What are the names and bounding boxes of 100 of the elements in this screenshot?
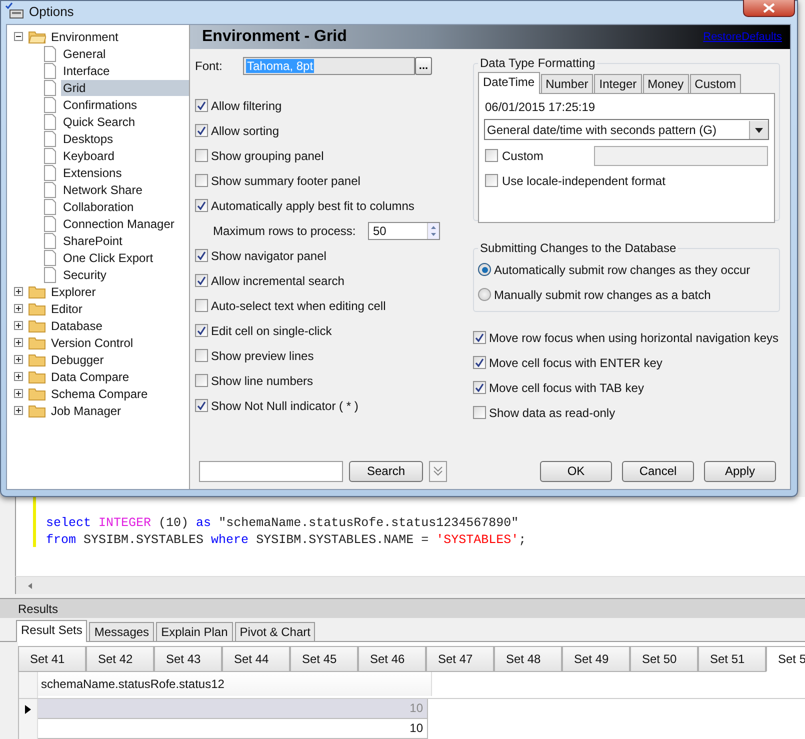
checkbox[interactable] — [195, 374, 208, 387]
checkbox-label: Allow sorting — [211, 124, 280, 138]
tab[interactable]: Set 44 — [222, 646, 290, 672]
checkbox[interactable] — [195, 349, 208, 362]
checkbox[interactable] — [473, 406, 486, 419]
tree-item[interactable]: Explorer — [49, 284, 98, 300]
tab[interactable]: Number — [540, 74, 594, 93]
tab[interactable]: Integer — [594, 74, 642, 93]
options-icon — [5, 2, 25, 20]
checkbox[interactable] — [195, 249, 208, 262]
dialog-button[interactable]: OK — [540, 460, 612, 482]
tab[interactable]: Set 48 — [494, 646, 562, 672]
tab[interactable]: Set 43 — [154, 646, 222, 672]
tab[interactable]: Explain Plan — [156, 622, 233, 641]
tab[interactable]: Set 50 — [630, 646, 698, 672]
tab[interactable]: Set 49 — [562, 646, 630, 672]
tab[interactable]: Set 47 — [426, 646, 494, 672]
page-icon — [44, 250, 56, 266]
tree-item[interactable]: Desktops — [61, 130, 189, 146]
spin-down-icon[interactable] — [428, 230, 439, 238]
more-button[interactable] — [429, 460, 447, 482]
expand-icon[interactable] — [14, 304, 23, 313]
tab[interactable]: Messages — [89, 622, 154, 641]
expand-icon[interactable] — [14, 389, 23, 398]
page-icon — [44, 164, 56, 180]
tab[interactable]: Set 46 — [358, 646, 426, 672]
tab[interactable]: Set 45 — [290, 646, 358, 672]
column-header[interactable]: schemaName.statusRofe.status12 — [38, 672, 432, 696]
radio-button[interactable] — [478, 288, 491, 301]
tree-item[interactable]: General — [61, 46, 189, 62]
expand-icon[interactable] — [14, 338, 23, 347]
tree-item[interactable]: SharePoint — [61, 232, 189, 248]
scroll-left-icon[interactable] — [26, 582, 34, 590]
tree-item[interactable]: Network Share — [61, 182, 189, 198]
checkbox[interactable] — [485, 149, 498, 162]
radio-button[interactable] — [478, 263, 491, 276]
tree-item[interactable]: Confirmations — [61, 96, 189, 112]
tree-item[interactable]: Schema Compare — [49, 386, 150, 402]
close-button[interactable] — [743, 0, 795, 17]
checkbox[interactable] — [195, 324, 208, 337]
tree-item[interactable]: Quick Search — [61, 114, 189, 130]
folder-icon — [28, 284, 46, 298]
page-icon — [44, 182, 56, 198]
tree-item[interactable]: Collaboration — [61, 198, 189, 214]
search-button[interactable]: Search — [349, 460, 423, 482]
tree-item[interactable]: Editor — [49, 300, 84, 316]
tree-item[interactable]: Security — [61, 266, 189, 282]
tree-item[interactable]: Environment — [49, 28, 120, 44]
expand-icon[interactable] — [14, 355, 23, 364]
tree-item[interactable]: Connection Manager — [61, 216, 189, 232]
tab[interactable]: Custom — [690, 74, 741, 93]
tree-item[interactable]: Job Manager — [49, 402, 124, 418]
collapse-icon[interactable] — [14, 32, 23, 41]
tab[interactable]: Set 42 — [86, 646, 154, 672]
expand-icon[interactable] — [14, 372, 23, 381]
tree-item[interactable]: Data Compare — [49, 368, 132, 384]
checkbox[interactable] — [473, 356, 486, 369]
tree-item[interactable]: One Click Export — [61, 250, 189, 266]
tree-item[interactable]: Keyboard — [61, 148, 189, 164]
pattern-dropdown[interactable]: General date/time with seconds pattern (G) — [484, 119, 769, 140]
checkbox[interactable] — [195, 124, 208, 137]
page-icon — [44, 96, 56, 112]
checkbox[interactable] — [195, 149, 208, 162]
checkbox[interactable] — [473, 331, 486, 344]
row-indicator-cell[interactable] — [19, 699, 38, 719]
tab[interactable]: Set 41 — [18, 646, 86, 672]
custom-format-field[interactable] — [594, 146, 768, 166]
checkbox[interactable] — [485, 174, 498, 187]
checkbox[interactable] — [195, 399, 208, 412]
checkbox[interactable] — [195, 274, 208, 287]
page-title: Environment - Grid — [202, 28, 347, 46]
tab[interactable]: Result Sets — [16, 620, 88, 642]
checkbox[interactable] — [195, 199, 208, 212]
tab[interactable]: DateTime — [478, 72, 540, 94]
checkbox-label: Move cell focus with ENTER key — [489, 356, 662, 370]
checkbox[interactable] — [195, 99, 208, 112]
tab[interactable]: Money — [642, 74, 689, 93]
max-rows-field[interactable]: 50 — [368, 222, 440, 240]
row-indicator-cell[interactable] — [19, 719, 38, 739]
tree-item[interactable]: Database — [49, 318, 104, 334]
tab[interactable]: Set 51 — [698, 646, 766, 672]
expand-icon[interactable] — [14, 406, 23, 415]
tree-item[interactable]: Extensions — [61, 164, 189, 180]
browse-button[interactable]: ... — [415, 57, 432, 75]
search-field[interactable] — [199, 460, 343, 482]
checkbox-label: Allow incremental search — [211, 274, 344, 288]
checkbox-label: Show data as read-only — [489, 406, 616, 420]
dialog-button[interactable]: Apply — [704, 460, 776, 482]
tab[interactable]: Pivot & Chart — [234, 622, 316, 641]
checkbox[interactable] — [195, 299, 208, 312]
checkbox[interactable] — [473, 381, 486, 394]
tree-item[interactable]: Grid — [61, 80, 189, 96]
dialog-button[interactable]: Cancel — [622, 460, 694, 482]
expand-icon[interactable] — [14, 287, 23, 296]
expand-icon[interactable] — [14, 321, 23, 330]
horizontal-scrollbar[interactable] — [15, 576, 805, 594]
tree-item[interactable]: Debugger — [49, 352, 106, 368]
tree-item[interactable]: Interface — [61, 62, 189, 78]
tree-item[interactable]: Version Control — [49, 334, 136, 350]
checkbox[interactable] — [195, 174, 208, 187]
